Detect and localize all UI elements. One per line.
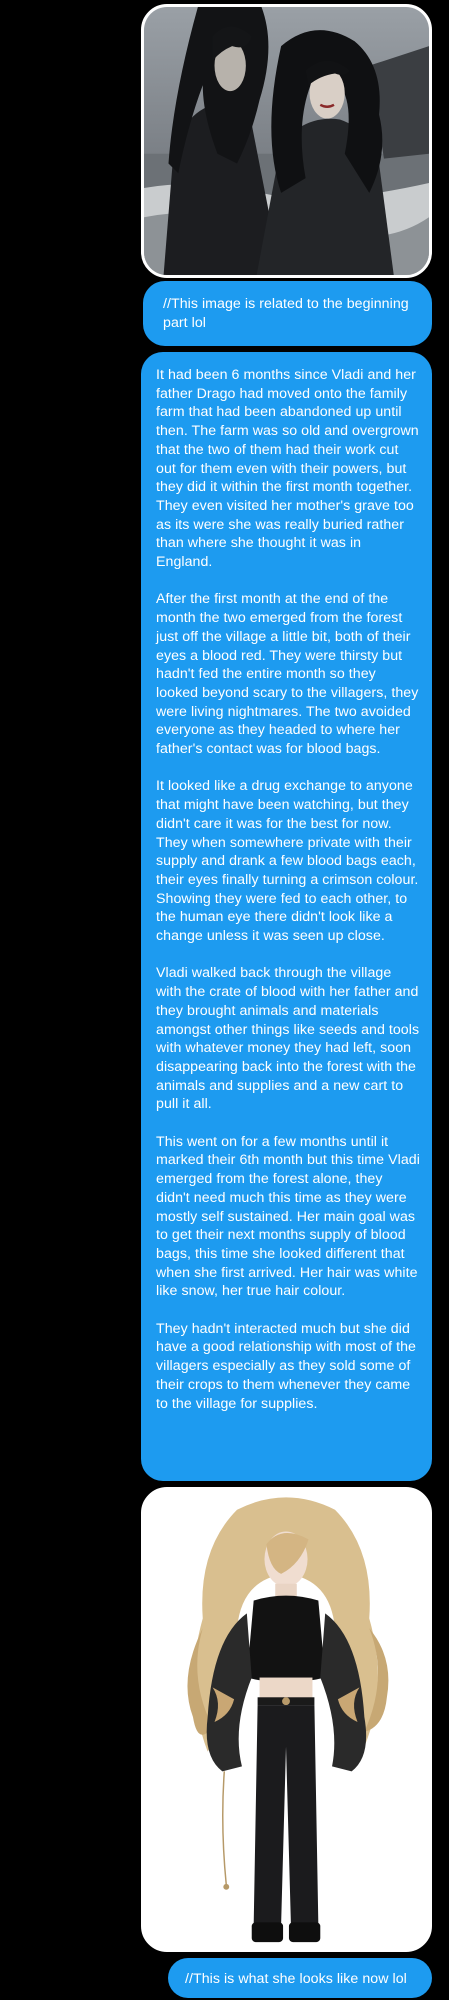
caption-text: //This image is related to the beginning… (163, 296, 409, 331)
story-paragraph: They hadn't interacted much but she did … (156, 1320, 416, 1412)
image-message-2[interactable] (141, 1487, 432, 1952)
caption-message-1[interactable]: //This image is related to the beginning… (143, 281, 432, 346)
message-thread: //This image is related to the beginning… (0, 0, 449, 2000)
caption-text: //This is what she looks like now lol (185, 1971, 407, 1987)
beach-couple-image (144, 7, 429, 275)
story-paragraph: It had been 6 months since Vladi and her… (156, 367, 419, 571)
story-message[interactable]: It had been 6 months since Vladi and her… (141, 352, 432, 1481)
story-paragraph: It looked like a drug exchange to anyone… (156, 778, 419, 945)
story-paragraph: After the first month at the end of the … (156, 591, 419, 758)
blonde-woman-image (144, 1490, 429, 1949)
image-message-1[interactable] (141, 4, 432, 278)
story-paragraph: Vladi walked back through the village wi… (156, 965, 420, 1113)
caption-message-2[interactable]: //This is what she looks like now lol (168, 1958, 432, 1998)
story-paragraph: This went on for a few months until it m… (156, 1133, 420, 1300)
